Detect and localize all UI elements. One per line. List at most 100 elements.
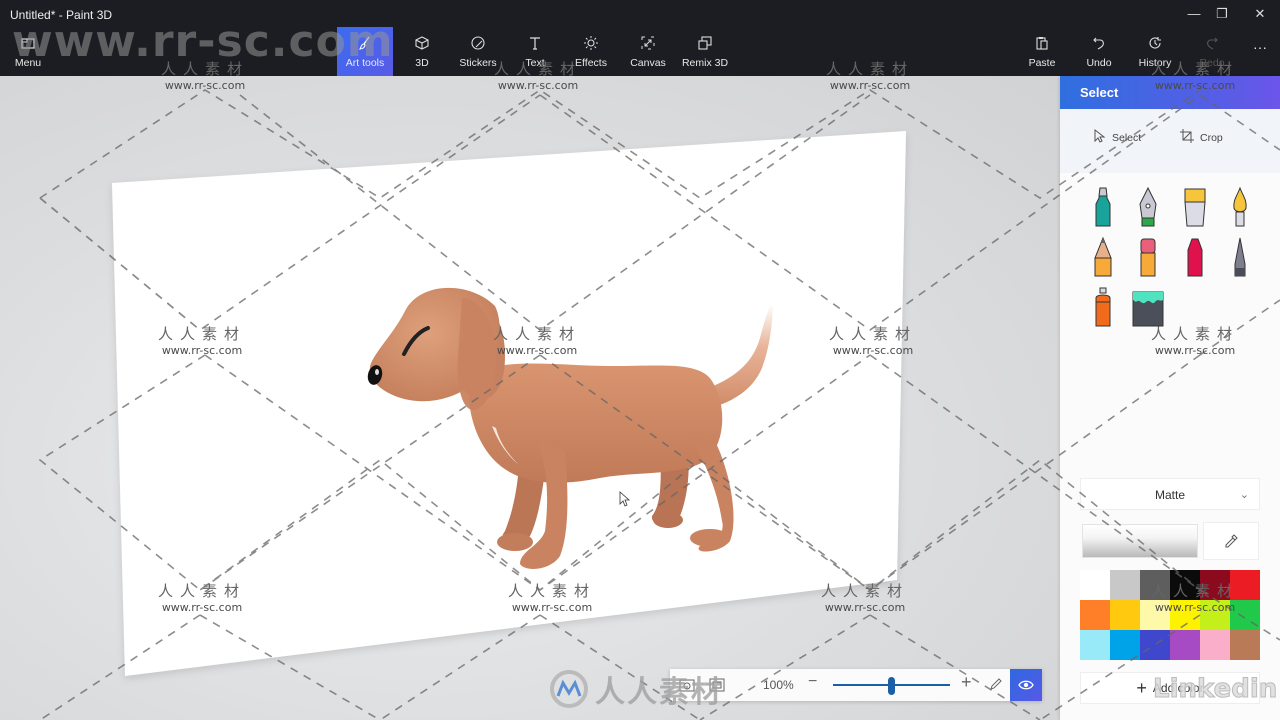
material-value: Matte <box>1154 488 1185 502</box>
zoom-slider[interactable] <box>833 677 950 695</box>
paste-icon <box>1014 35 1070 59</box>
sun-icon <box>563 35 619 59</box>
more-options-button[interactable]: ··· <box>1240 27 1280 76</box>
tab-text[interactable]: Text <box>507 27 563 76</box>
color-swatch[interactable] <box>1230 570 1260 600</box>
redo-icon <box>1184 35 1240 59</box>
restore-button[interactable]: ❐ <box>1208 4 1236 24</box>
color-swatch[interactable] <box>1140 630 1170 660</box>
tab-stickers[interactable]: Stickers <box>450 27 506 76</box>
eyedropper-icon <box>1225 534 1238 548</box>
zoom-in-button[interactable]: + <box>961 672 972 693</box>
select-tool-button[interactable]: Select <box>1092 128 1142 146</box>
add-color-label: Add color <box>1152 681 1204 695</box>
zoom-out-button[interactable]: − <box>808 673 817 691</box>
calligraphy-pen-tool[interactable] <box>1133 186 1163 230</box>
history-button[interactable]: History <box>1127 27 1183 76</box>
cursor-icon <box>1092 128 1106 146</box>
watercolor-tool[interactable] <box>1225 186 1255 230</box>
zoom-percentage: 100% <box>763 678 794 692</box>
eyedropper-button[interactable] <box>1203 522 1259 560</box>
undo-icon <box>1071 35 1127 59</box>
menu-button[interactable]: Menu <box>0 27 56 76</box>
eraser-tool[interactable] <box>1133 236 1163 280</box>
pencil-icon[interactable] <box>988 676 1004 697</box>
art-tools-panel: Select Select Crop Matte ⌄ + Add color <box>1060 76 1280 720</box>
undo-button[interactable]: Undo <box>1071 27 1127 76</box>
menu-label: Menu <box>14 57 42 69</box>
paste-button[interactable]: Paste <box>1014 27 1070 76</box>
color-swatch[interactable] <box>1140 600 1170 630</box>
canvas-scene <box>112 131 906 676</box>
marker-tool[interactable] <box>1088 186 1118 230</box>
pixel-pen-tool[interactable] <box>1225 236 1255 280</box>
action-label: Undo <box>1086 57 1112 69</box>
color-swatch[interactable] <box>1170 630 1200 660</box>
canvas-resize-icon <box>620 35 676 59</box>
pencil-tool[interactable] <box>1088 236 1118 280</box>
oil-brush-tool[interactable] <box>1180 186 1210 230</box>
eye-icon <box>1018 680 1034 690</box>
current-color-swatch[interactable] <box>1082 524 1198 558</box>
color-swatch[interactable] <box>1200 630 1230 660</box>
view-3d-toggle[interactable] <box>1010 669 1042 701</box>
paint3d-window: Untitled* - Paint 3D — ❐ ✕ Menu Art tool… <box>0 0 1280 720</box>
tab-label: Canvas <box>630 57 666 69</box>
title-bar-toolbar: Untitled* - Paint 3D — ❐ ✕ Menu Art tool… <box>0 0 1280 76</box>
color-swatch[interactable] <box>1080 630 1110 660</box>
minimize-button[interactable]: — <box>1180 4 1208 24</box>
spray-can-tool[interactable] <box>1088 286 1118 330</box>
camera-icon[interactable] <box>678 676 696 694</box>
sticker-icon <box>450 35 506 59</box>
action-label: Paste <box>1028 57 1056 69</box>
fit-view-icon[interactable] <box>708 676 726 694</box>
crop-tool-button[interactable]: Crop <box>1180 129 1223 146</box>
crop-icon <box>1180 129 1194 146</box>
workspace[interactable] <box>0 76 1060 720</box>
window-title: Untitled* - Paint 3D <box>10 8 113 22</box>
color-swatch[interactable] <box>1170 600 1200 630</box>
select-label: Select <box>1112 131 1142 144</box>
redo-button[interactable]: Redo <box>1184 27 1240 76</box>
add-color-button[interactable]: + Add color <box>1080 672 1260 704</box>
zoom-bar: 100% − + <box>670 669 1042 701</box>
cube-icon <box>394 35 450 59</box>
tab-canvas[interactable]: Canvas <box>620 27 676 76</box>
chevron-down-icon: ⌄ <box>1239 489 1249 501</box>
tab-label: Stickers <box>459 57 497 69</box>
panel-header: Select <box>1060 76 1280 109</box>
close-button[interactable]: ✕ <box>1246 4 1274 24</box>
fill-bucket-tool[interactable] <box>1130 286 1166 330</box>
history-icon <box>1127 35 1183 59</box>
tab-remix-3d[interactable]: Remix 3D <box>677 27 733 76</box>
color-swatch[interactable] <box>1200 600 1230 630</box>
tab-label: Effects <box>575 57 607 69</box>
color-swatch[interactable] <box>1110 570 1140 600</box>
plus-icon: + <box>1136 677 1147 698</box>
zoom-slider-thumb[interactable] <box>888 677 895 695</box>
tab-label: Text <box>525 57 545 69</box>
color-palette <box>1080 570 1260 660</box>
color-swatch[interactable] <box>1110 600 1140 630</box>
more-icon: ··· <box>1253 39 1267 55</box>
tab-art-tools[interactable]: Art tools <box>337 27 393 76</box>
brush-icon <box>337 35 393 59</box>
color-swatch[interactable] <box>1110 630 1140 660</box>
material-dropdown[interactable]: Matte ⌄ <box>1080 478 1260 510</box>
remix-icon <box>677 35 733 59</box>
color-swatch[interactable] <box>1080 570 1110 600</box>
color-swatch[interactable] <box>1140 570 1170 600</box>
color-swatch[interactable] <box>1080 600 1110 630</box>
tab-3d[interactable]: 3D <box>394 27 450 76</box>
color-swatch[interactable] <box>1170 570 1200 600</box>
menu-folder-icon <box>0 35 56 59</box>
tab-effects[interactable]: Effects <box>563 27 619 76</box>
color-swatch[interactable] <box>1230 600 1260 630</box>
tab-label: Art tools <box>345 57 385 69</box>
color-swatch[interactable] <box>1230 630 1260 660</box>
color-swatch[interactable] <box>1200 570 1230 600</box>
action-label: Redo <box>1199 57 1225 69</box>
text-icon <box>507 35 563 59</box>
crayon-tool[interactable] <box>1180 236 1210 280</box>
crop-label: Crop <box>1200 131 1223 144</box>
